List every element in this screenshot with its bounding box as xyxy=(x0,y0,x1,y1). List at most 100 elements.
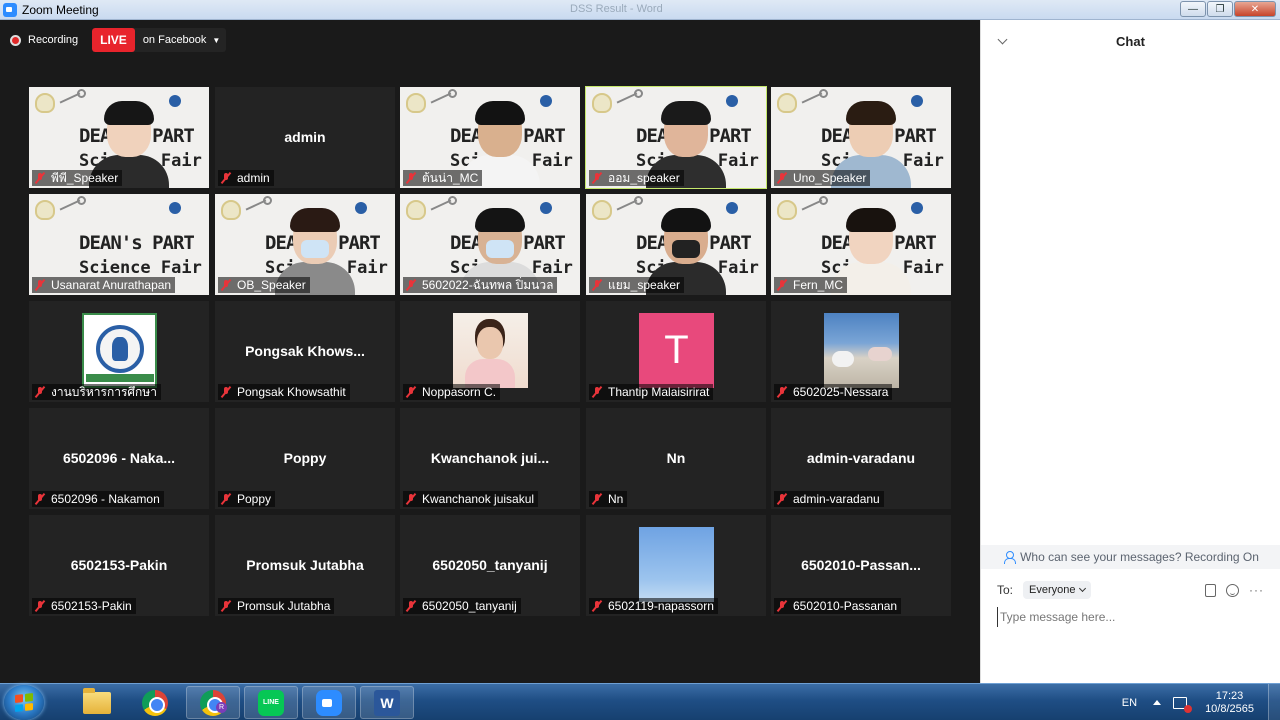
recipient-value: Everyone xyxy=(1029,584,1076,596)
taskbar-chrome[interactable] xyxy=(128,686,182,719)
participant-tile[interactable]: admin admin xyxy=(215,87,395,188)
participant-name-label: แยม_speaker xyxy=(589,277,685,293)
file-icon[interactable] xyxy=(1205,583,1216,597)
minimize-button[interactable]: — xyxy=(1180,1,1206,17)
mic-muted-icon xyxy=(34,600,46,612)
clock[interactable]: 17:23 10/8/2565 xyxy=(1205,690,1254,716)
network-icon[interactable] xyxy=(1173,696,1193,713)
participant-name-label: 5602022-ฉันทพล ปิ่มนวล xyxy=(403,277,558,293)
participant-name-label: admin-varadanu xyxy=(774,491,884,507)
taskbar-explorer[interactable] xyxy=(70,686,124,719)
participant-tile[interactable]: DEAN's PARTScience Fair 205602022-ฉันทพล… xyxy=(400,194,580,295)
more-icon[interactable]: ··· xyxy=(1249,583,1264,597)
participant-name-label: 6502025-Nessara xyxy=(774,384,893,400)
participant-name-label: 6502153-Pakin xyxy=(32,598,136,614)
participant-tile[interactable]: Kwanchanok jui... Kwanchanok juisakul xyxy=(400,408,580,509)
chat-privacy-notice[interactable]: Who can see your messages? Recording On xyxy=(981,545,1280,569)
participant-tile[interactable]: 6502025-Nessara xyxy=(771,301,951,402)
live-badge: LIVE xyxy=(92,28,135,52)
mic-muted-icon xyxy=(34,279,46,291)
participant-name: Noppasorn C. xyxy=(422,385,497,399)
participant-name-label: Pongsak Khowsathit xyxy=(218,384,350,400)
university-logo-icon xyxy=(540,202,552,214)
participant-display-name: 6502010-Passan... xyxy=(801,557,921,573)
participant-name: ออม_speaker xyxy=(608,170,680,185)
participant-tile[interactable]: Poppy Poppy xyxy=(215,408,395,509)
participant-name: 6502153-Pakin xyxy=(51,599,132,613)
taskbar: R LINE W EN 17:23 10/8/2565 xyxy=(0,683,1280,720)
participant-name-label: Promsuk Jutabha xyxy=(218,598,335,614)
mic-muted-icon xyxy=(220,493,232,505)
participant-name: Poppy xyxy=(237,492,272,506)
participant-tile[interactable]: DEAN's PARTScience Fair 20Uno_Speaker xyxy=(771,87,951,188)
participant-avatar xyxy=(824,313,899,388)
flask-icon xyxy=(586,87,643,123)
participant-tile[interactable]: Noppasorn C. xyxy=(400,301,580,402)
participant-tile[interactable]: DEAN's PARTScience Fair 20Fern_MC xyxy=(771,194,951,295)
chevron-down-icon[interactable] xyxy=(997,34,1008,45)
participant-tile[interactable]: T Thantip Malaisirirat xyxy=(586,301,766,402)
show-desktop-button[interactable] xyxy=(1268,684,1280,720)
participant-tile[interactable]: admin-varadanu admin-varadanu xyxy=(771,408,951,509)
taskbar-zoom[interactable] xyxy=(302,686,356,719)
participant-name: Uno_Speaker xyxy=(793,171,867,185)
taskbar-chrome-profile[interactable]: R xyxy=(186,686,240,719)
participant-tile[interactable]: DEAN's PART Science Fair 20Usanarat Anura… xyxy=(29,194,209,295)
participant-tile[interactable]: 6502153-Pakin 6502153-Pakin xyxy=(29,515,209,616)
participant-tile[interactable]: DEAN's PARTScience Fair 20OB_Speaker xyxy=(215,194,395,295)
participant-tile[interactable]: 6502010-Passan... 6502010-Passanan xyxy=(771,515,951,616)
participant-name: 6502050_tanyanij xyxy=(422,599,517,613)
clock-time: 17:23 xyxy=(1215,689,1244,702)
profile-badge: R xyxy=(216,702,227,713)
participant-tile[interactable]: DEAN's PARTScience Fair 20แยม_speaker xyxy=(586,194,766,295)
language-indicator[interactable]: EN xyxy=(1122,697,1137,709)
participant-tile[interactable]: 6502096 - Naka... 6502096 - Nakamon xyxy=(29,408,209,509)
folder-icon xyxy=(83,687,111,714)
recipient-select[interactable]: Everyone xyxy=(1023,581,1091,599)
participant-tile[interactable]: Nn Nn xyxy=(586,408,766,509)
participant-tile[interactable]: DEAN's PARTScience Fair 20พีพี_Speaker xyxy=(29,87,209,188)
close-button[interactable]: ✕ xyxy=(1234,1,1276,17)
participant-tile[interactable]: Pongsak Khows... Pongsak Khowsathit xyxy=(215,301,395,402)
mic-muted-icon xyxy=(34,493,46,505)
participant-display-name: 6502096 - Naka... xyxy=(62,450,176,466)
system-tray: EN 17:23 10/8/2565 xyxy=(1122,684,1280,720)
participant-name: admin xyxy=(237,171,270,185)
university-logo-icon xyxy=(911,95,923,107)
participant-name-label: งานบริหารการศึกษา xyxy=(32,384,161,400)
participant-avatar xyxy=(639,527,714,602)
maximize-button[interactable]: ❐ xyxy=(1207,1,1233,17)
show-hidden-icons-icon[interactable] xyxy=(1153,700,1162,705)
participant-display-name: Nn xyxy=(666,450,686,466)
participant-name-label: Thantip Malaisirirat xyxy=(589,384,714,400)
participant-tile[interactable]: 6502119-napassorn xyxy=(586,515,766,616)
window-title: Zoom Meeting xyxy=(22,2,99,17)
taskbar-word[interactable]: W xyxy=(360,686,414,719)
zoom-app-icon xyxy=(3,2,17,17)
live-stream-menu[interactable]: LIVE on Facebook ▼ xyxy=(92,28,227,52)
recipient-row: To: Everyone xyxy=(997,581,1091,599)
participant-tile[interactable]: Promsuk Jutabha Promsuk Jutabha xyxy=(215,515,395,616)
participant-tile[interactable]: DEAN's PARTScience Fair 20ออม_speaker xyxy=(585,86,767,189)
participant-tile[interactable]: DEAN's PARTScience Fair 20ต้นน่า_MC xyxy=(400,87,580,188)
chat-message-input[interactable] xyxy=(997,607,1267,627)
participant-avatar: T xyxy=(639,313,714,388)
taskbar-line[interactable]: LINE xyxy=(244,686,298,719)
recording-label: Recording xyxy=(28,34,79,46)
emoji-icon[interactable] xyxy=(1226,583,1239,597)
university-seal-icon xyxy=(96,325,144,373)
flask-icon xyxy=(771,87,828,123)
participant-tile[interactable]: งานบริหารการศึกษา xyxy=(29,301,209,402)
participant-name-label: Uno_Speaker xyxy=(774,170,871,186)
participant-name-label: Kwanchanok juisakul xyxy=(403,491,539,507)
flask-icon xyxy=(215,194,272,230)
mic-muted-icon xyxy=(405,493,417,505)
participant-name: ต้นน่า_MC xyxy=(422,170,479,185)
participant-name-label: พีพี_Speaker xyxy=(32,170,123,186)
background-window-title: DSS Result - Word xyxy=(570,3,663,15)
participant-tile[interactable]: 6502050_tanyanij 6502050_tanyanij xyxy=(400,515,580,616)
chevron-down-icon: ▼ xyxy=(212,35,221,45)
participant-name: Promsuk Jutabha xyxy=(237,599,331,613)
mic-muted-icon xyxy=(220,172,232,184)
start-button[interactable] xyxy=(4,685,44,720)
